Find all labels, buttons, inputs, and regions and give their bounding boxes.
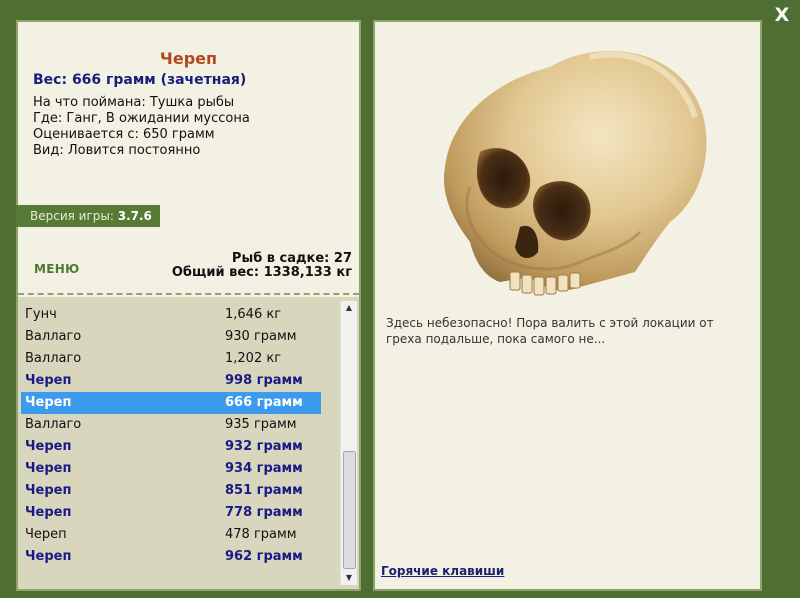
fish-name-title: Череп — [159, 49, 218, 68]
version-value: 3.7.6 — [117, 209, 152, 223]
list-item-weight: 934 грамм — [225, 461, 303, 476]
list-item-name: Череп — [25, 461, 72, 476]
menu-button[interactable]: МЕНЮ — [34, 262, 79, 276]
close-button[interactable]: X — [771, 4, 793, 26]
list-item-weight: 962 грамм — [225, 549, 303, 564]
skull-image — [430, 37, 712, 309]
list-item[interactable]: Череп 998 грамм — [21, 370, 321, 392]
hotkeys-link[interactable]: Горячие клавиши — [381, 564, 504, 578]
list-item[interactable]: Череп 934 грамм — [21, 458, 321, 480]
info-min-weight: Оценивается с: 650 грамм — [33, 127, 215, 142]
list-item-weight: 1,202 кг — [225, 351, 282, 366]
list-item[interactable]: Гунч 1,646 кг — [21, 304, 321, 326]
scroll-thumb[interactable] — [343, 451, 356, 569]
version-label: Версия игры: — [30, 209, 114, 223]
list-item-name: Валлаго — [25, 329, 82, 344]
list-item-name: Череп — [25, 483, 72, 498]
list-item-selected[interactable]: Череп 666 грамм — [21, 392, 321, 414]
list-item-name: Валлаго — [25, 351, 82, 366]
fish-count: Рыб в садке: 27 — [231, 251, 352, 266]
list-item[interactable]: Валлаго 930 грамм — [21, 326, 321, 348]
list-item-name: Череп — [25, 527, 67, 542]
list-item-weight: 1,646 кг — [225, 307, 282, 322]
list-item-weight: 998 грамм — [225, 373, 303, 388]
list-item-name: Череп — [25, 549, 72, 564]
list-item-name: Череп — [25, 373, 72, 388]
list-item-weight: 932 грамм — [225, 439, 303, 454]
fish-weight-line: Вес: 666 грамм (зачетная) — [33, 72, 247, 88]
version-bar: Версия игры: 3.7.6 — [16, 205, 160, 227]
info-bait: На что поймана: Тушка рыбы — [33, 95, 235, 110]
list-item[interactable]: Валлаго 935 грамм — [21, 414, 321, 436]
list-scrollbar[interactable]: ▲ ▼ — [340, 301, 357, 585]
list-item[interactable]: Валлаго 1,202 кг — [21, 348, 321, 370]
list-item-weight: 935 грамм — [225, 417, 297, 432]
list-item-name: Череп — [25, 395, 72, 410]
scroll-up-icon[interactable]: ▲ — [341, 301, 357, 315]
list-item-name: Череп — [25, 505, 72, 520]
fish-info-panel: Череп Вес: 666 грамм (зачетная) На что п… — [16, 20, 361, 591]
divider — [18, 293, 359, 295]
list-item-weight: 851 грамм — [225, 483, 303, 498]
info-type: Вид: Ловится постоянно — [33, 143, 201, 158]
list-item-weight: 478 грамм — [225, 527, 297, 542]
description-text: Здесь небезопасно! Пора валить с этой ло… — [386, 316, 714, 346]
list-item[interactable]: Череп 932 грамм — [21, 436, 321, 458]
list-item-weight: 930 грамм — [225, 329, 297, 344]
list-item[interactable]: Череп 478 грамм — [21, 524, 321, 546]
list-item-name: Гунч — [25, 307, 57, 322]
catch-list[interactable]: Гунч 1,646 кг Валлаго 930 грамм Валлаго … — [18, 297, 359, 589]
list-item-weight: 778 грамм — [225, 505, 303, 520]
scroll-down-icon[interactable]: ▼ — [341, 571, 357, 585]
list-item-name: Череп — [25, 439, 72, 454]
list-item-name: Валлаго — [25, 417, 82, 432]
fish-image-panel: Здесь небезопасно! Пора валить с этой ло… — [373, 20, 762, 591]
list-item[interactable]: Череп 851 грамм — [21, 480, 321, 502]
info-location: Где: Ганг, В ожидании муссона — [33, 111, 250, 126]
total-weight: Общий вес: 1338,133 кг — [171, 265, 352, 280]
list-item-weight: 666 грамм — [225, 395, 303, 410]
list-item[interactable]: Череп 778 грамм — [21, 502, 321, 524]
list-item[interactable]: Череп 962 грамм — [21, 546, 321, 568]
